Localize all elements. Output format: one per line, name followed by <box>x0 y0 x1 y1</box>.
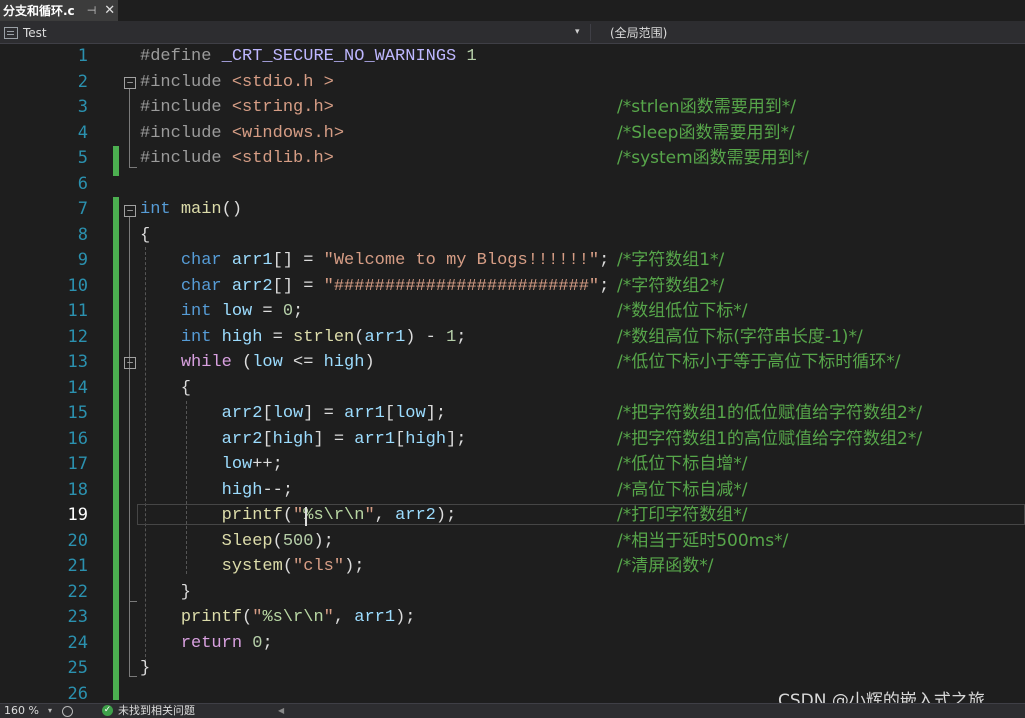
code-line-14: { <box>140 378 192 398</box>
line-number: 14 <box>67 377 88 398</box>
chevron-down-icon[interactable]: ▾ <box>48 704 52 718</box>
line-number: 24 <box>67 632 88 653</box>
line-number: 1 <box>77 46 88 66</box>
tab-file[interactable]: 分支和循环.c ⊣ ✕ <box>0 0 118 21</box>
check-circle-icon[interactable]: ✓ <box>102 705 113 716</box>
comment: /*低位下标自增*/ <box>617 454 748 474</box>
code-line-1: #define _CRT_SECURE_NO_WARNINGS 1 <box>140 47 477 66</box>
change-bar <box>113 146 119 176</box>
line-number: 2 <box>77 71 88 92</box>
code-line-17: low++; <box>221 455 283 474</box>
code-line-23: printf("%s\r\n", arr1); <box>180 608 416 627</box>
line-number: 19 <box>67 505 88 525</box>
code-line-9: char arr1[] = "Welcome to my Blogs!!!!!!… <box>180 251 610 270</box>
collapse-icon[interactable]: − <box>124 77 136 89</box>
code-line-22: } <box>140 582 192 602</box>
text-caret <box>305 507 307 526</box>
comment: /*数组高位下标(字符串长度-1)*/ <box>617 326 863 347</box>
line-number: 22 <box>67 581 88 602</box>
code-line-12: int high = strlen(arr1) - 1; <box>180 327 467 347</box>
line-number: 10 <box>67 275 88 296</box>
pin-icon[interactable]: ⊣ <box>87 4 97 17</box>
comment: /*数组低位下标*/ <box>617 301 748 321</box>
document-tab-strip: 分支和循环.c ⊣ ✕ <box>0 0 1025 22</box>
line-number: 15 <box>67 403 88 423</box>
status-bar: 160 % ▾ ✓ 未找到相关问题 ◀ <box>0 703 1025 718</box>
code-editor[interactable]: 1 2 3 4 5 6 7 8 9 10 11 12 13 14 15 16 17 18 19 20 21 22 23 24 2… <box>0 44 1025 711</box>
zoom-level-dropdown[interactable]: 160 % <box>4 704 39 718</box>
navigation-bar: Test ▾ (全局范围) <box>0 22 1025 44</box>
comment: /*清屏函数*/ <box>617 556 714 576</box>
code-line-3: #include <string.h> <box>140 98 334 117</box>
change-bar <box>113 197 119 700</box>
comment: /*低位下标小于等于高位下标时循环*/ <box>617 352 901 372</box>
comment: /*字符数组1*/ <box>617 250 725 270</box>
line-number: 20 <box>67 530 88 551</box>
code-line-20: Sleep(500); <box>221 531 334 551</box>
line-number: 12 <box>67 326 88 347</box>
scroll-left-icon[interactable]: ◀ <box>278 704 284 718</box>
project-scope-label: Test <box>23 25 47 40</box>
line-number: 4 <box>77 122 88 143</box>
line-number: 11 <box>67 301 88 321</box>
code-line-7: int main() <box>140 200 243 219</box>
global-scope-dropdown[interactable]: (全局范围) <box>610 22 667 43</box>
comment: /*高位下标自减*/ <box>617 479 748 500</box>
code-line-18: high--; <box>221 480 294 500</box>
issues-status[interactable]: 未找到相关问题 <box>118 704 195 718</box>
code-line-5: #include <stdlib.h> <box>140 149 334 168</box>
close-icon[interactable]: ✕ <box>104 3 115 18</box>
code-line-15: arr2[low] = arr1[low]; <box>221 404 447 423</box>
code-line-2: #include <stdio.h > <box>140 72 334 92</box>
line-number: 6 <box>77 173 88 194</box>
code-line-21: system("cls"); <box>221 557 365 576</box>
line-number: 16 <box>67 428 88 449</box>
line-number: 5 <box>77 148 88 168</box>
line-number: 23 <box>67 607 88 627</box>
project-scope-dropdown[interactable]: Test <box>0 22 588 43</box>
line-number: 7 <box>77 199 88 219</box>
line-number: 25 <box>67 658 88 678</box>
chevron-down-icon[interactable]: ▾ <box>575 27 580 37</box>
line-number: 17 <box>67 454 88 474</box>
comment: /*相当于延时500ms*/ <box>617 530 789 551</box>
line-number: 8 <box>77 224 88 245</box>
line-number: 9 <box>77 250 88 270</box>
code-line-25: } <box>140 659 151 678</box>
code-line-10: char arr2[] = "#########################… <box>180 276 610 296</box>
comment: /*把字符数组1的低位赋值给字符数组2*/ <box>617 403 923 423</box>
code-line-4: #include <windows.h> <box>140 123 345 143</box>
line-number: 13 <box>67 352 88 372</box>
comment: /*system函数需要用到*/ <box>617 148 809 168</box>
line-number: 3 <box>77 97 88 117</box>
intellicode-icon[interactable] <box>62 706 73 717</box>
comment: /*把字符数组1的高位赋值给字符数组2*/ <box>617 428 923 449</box>
line-number: 18 <box>67 479 88 500</box>
comment: /*打印字符数组*/ <box>617 505 748 525</box>
outline-line <box>129 369 130 601</box>
comment: /*字符数组2*/ <box>617 275 725 296</box>
tab-title: 分支和循环.c <box>3 4 75 18</box>
outline-end <box>129 676 137 677</box>
divider <box>590 24 591 41</box>
project-icon <box>4 26 18 39</box>
outline-end <box>129 167 137 168</box>
code-line-8: { <box>140 225 151 245</box>
comment: /*strlen函数需要用到*/ <box>617 97 796 117</box>
line-number: 21 <box>67 556 88 576</box>
collapse-icon[interactable]: − <box>124 205 136 217</box>
outline-line <box>129 89 130 167</box>
code-line-19: printf("%s\r\n", arr2); <box>221 506 457 525</box>
comment: /*Sleep函数需要用到*/ <box>617 122 795 143</box>
code-line-11: int low = 0; <box>180 302 304 321</box>
code-line-13: while (low <= high) <box>180 353 375 372</box>
selection-margin <box>0 44 28 703</box>
code-line-16: arr2[high] = arr1[high]; <box>221 429 467 449</box>
code-line-24: return 0; <box>180 633 273 653</box>
outline-end <box>129 601 137 602</box>
collapse-icon[interactable]: − <box>124 357 136 369</box>
